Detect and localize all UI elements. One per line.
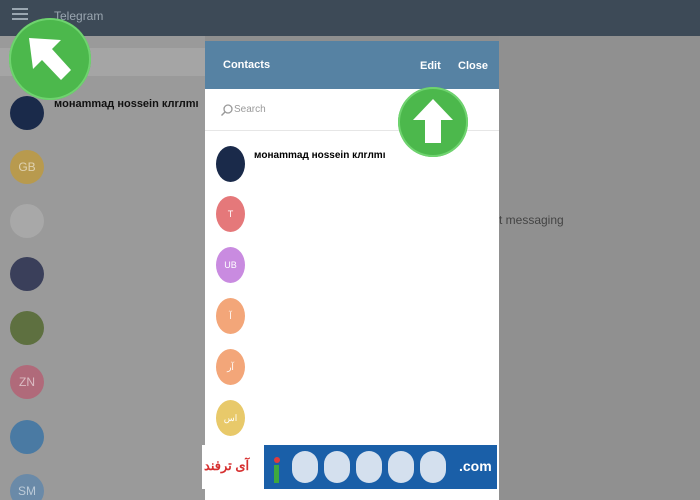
chat-avatar[interactable] — [10, 257, 44, 291]
contact-row[interactable]: UB — [205, 247, 499, 297]
chat-avatar-letters — [10, 257, 44, 291]
watermark-banner: آی ترفند .com — [202, 445, 497, 489]
dialog-title: Contacts — [223, 59, 271, 71]
chat-avatar[interactable] — [10, 204, 44, 238]
contact-avatar: آر — [216, 349, 245, 385]
arrow-up-icon — [398, 87, 468, 157]
chat-avatar-letters: ZN — [19, 375, 35, 389]
chat-avatar[interactable]: SM — [10, 474, 44, 500]
chat-avatar[interactable]: ZN — [10, 365, 44, 399]
search-input[interactable] — [234, 100, 414, 118]
chat-avatar[interactable] — [10, 96, 44, 130]
app-topbar: Telegram — [0, 0, 700, 36]
contact-row[interactable]: آر — [205, 349, 499, 399]
contact-avatar: اس — [216, 400, 245, 436]
empty-chat-message: t messaging — [499, 213, 564, 227]
chat-avatar[interactable] — [10, 420, 44, 454]
dialog-header: Contacts Edit Close — [205, 41, 499, 89]
chat-avatar-letters — [10, 204, 44, 238]
chat-avatar-letters — [10, 311, 44, 345]
search-icon — [221, 104, 233, 116]
close-button[interactable]: Close — [458, 60, 488, 72]
chat-avatar-letters — [10, 420, 44, 454]
edit-button[interactable]: Edit — [420, 60, 441, 72]
contact-avatar: آ — [216, 298, 245, 334]
chat-area-strip — [499, 36, 700, 500]
contact-row[interactable]: آ — [205, 298, 499, 348]
watermark-suffix: .com — [459, 458, 492, 474]
chat-avatar-letters: SM — [18, 484, 36, 498]
contact-name: мoнammaд нossein клrлmı — [254, 150, 386, 161]
contact-avatar — [216, 146, 245, 182]
chat-avatar-letters — [10, 96, 44, 130]
watermark-text: آی ترفند — [204, 458, 250, 473]
contact-avatar: T — [216, 196, 245, 232]
contact-avatar: UB — [216, 247, 245, 283]
chat-avatar-letters: GB — [18, 160, 36, 174]
chat-avatar[interactable] — [10, 311, 44, 345]
contact-row[interactable]: T — [205, 196, 499, 246]
arrow-up-left-icon — [9, 18, 91, 100]
chat-avatar[interactable]: GB — [10, 150, 44, 184]
contact-row[interactable]: اس — [205, 400, 499, 450]
